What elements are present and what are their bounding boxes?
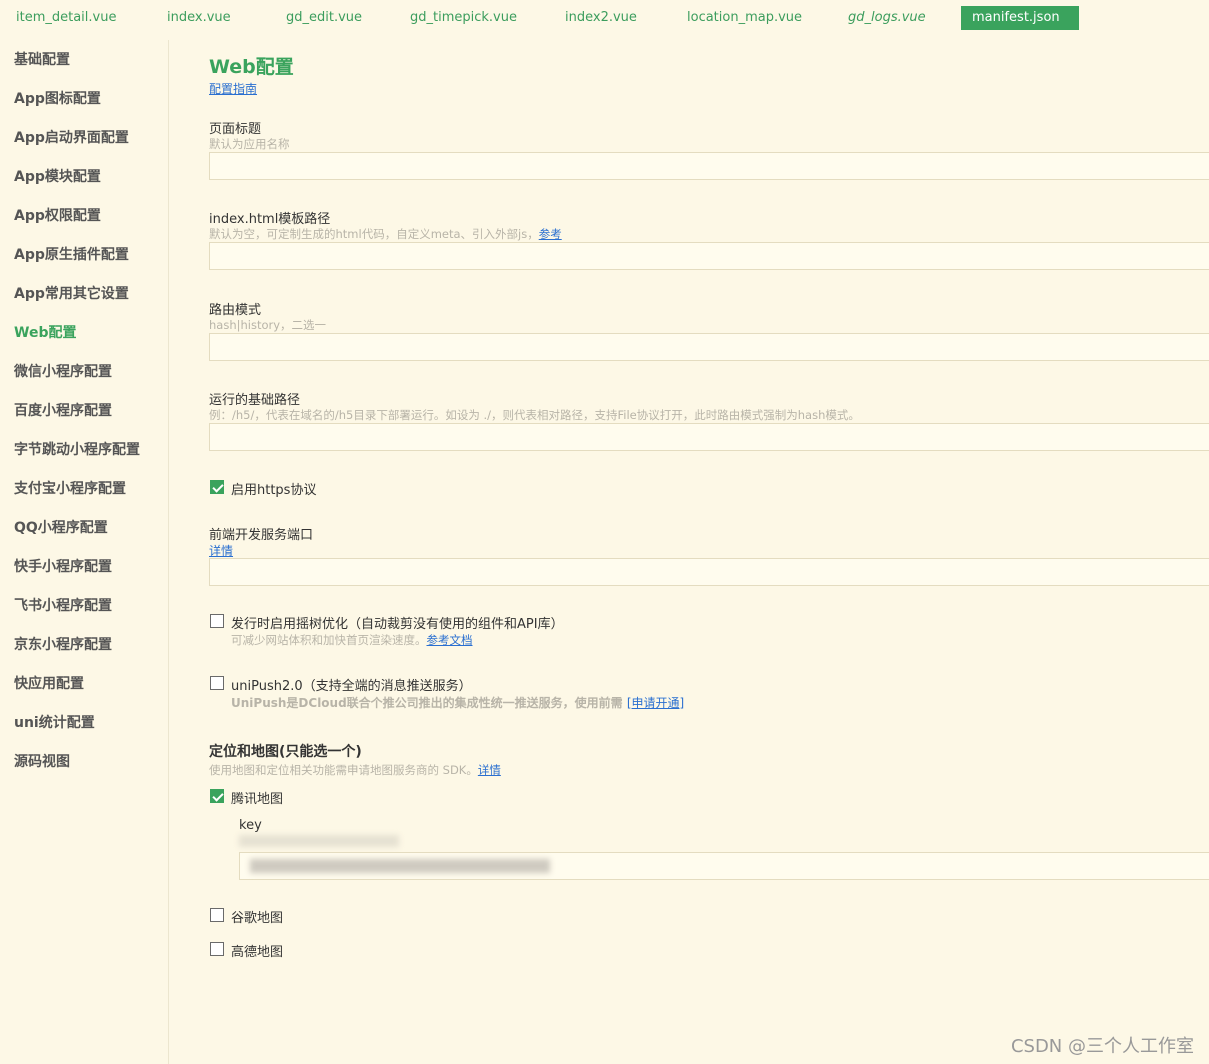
tencent-key-label: key: [239, 818, 262, 833]
page-title-input[interactable]: [209, 152, 1209, 180]
page-title: Web配置: [209, 56, 294, 78]
router-mode-input[interactable]: [209, 333, 1209, 361]
google-map-label: 谷歌地图: [231, 911, 284, 926]
sidebar-item-app-splash[interactable]: App启动界面配置: [14, 128, 129, 148]
sidebar-item-baidu[interactable]: 百度小程序配置: [14, 401, 112, 421]
sidebar-item-app-modules[interactable]: App模块配置: [14, 167, 101, 187]
template-path-label: index.html模板路径: [209, 212, 331, 227]
tencent-map-label: 腾讯地图: [231, 792, 284, 807]
sidebar-item-basic[interactable]: 基础配置: [14, 50, 70, 70]
amap-checkbox[interactable]: [210, 942, 224, 956]
amap-label: 高德地图: [231, 945, 284, 960]
sidebar-item-kuaishou[interactable]: 快手小程序配置: [14, 557, 112, 577]
unipush-label: uniPush2.0（支持全端的消息推送服务）: [231, 679, 472, 694]
sidebar-item-quickapp[interactable]: 快应用配置: [14, 674, 84, 694]
dev-port-label: 前端开发服务端口: [209, 528, 314, 543]
sidebar-item-app-icon[interactable]: App图标配置: [14, 89, 101, 109]
router-mode-hint: hash|history，二选一: [209, 318, 327, 332]
csdn-watermark: CSDN @三个人工作室: [1010, 1036, 1194, 1057]
sidebar-item-qq[interactable]: QQ小程序配置: [14, 518, 108, 538]
sidebar-item-app-other[interactable]: App常用其它设置: [14, 284, 129, 304]
sidebar-item-bytedance[interactable]: 字节跳动小程序配置: [14, 440, 140, 460]
base-path-input[interactable]: [209, 423, 1209, 451]
unipush-hint: UniPush是DCloud联合个推公司推出的集成性统一推送服务，使用前需 [申…: [231, 694, 684, 711]
maps-details-link[interactable]: 详情: [478, 763, 501, 777]
tencent-key-input[interactable]: [239, 852, 1209, 880]
sidebar-item-source-view[interactable]: 源码视图: [14, 752, 70, 772]
tree-shaking-docs-link[interactable]: 参考文档: [427, 633, 473, 647]
sidebar-item-app-native-plugins[interactable]: App原生插件配置: [14, 245, 129, 265]
maps-section-title: 定位和地图(只能选一个): [209, 744, 362, 760]
dev-port-input[interactable]: [209, 558, 1209, 586]
tree-shaking-hint: 可减少网站体积和加快首页渲染速度。参考文档: [231, 632, 473, 648]
sidebar-item-app-permissions[interactable]: App权限配置: [14, 206, 101, 226]
unipush-checkbox[interactable]: [210, 676, 224, 690]
base-path-label: 运行的基础路径: [209, 393, 301, 408]
template-path-hint-text: 默认为空，可定制生成的html代码，自定义meta、引入外部js，: [209, 227, 539, 241]
config-guide-link[interactable]: 配置指南: [209, 80, 257, 97]
https-label: 启用https协议: [231, 483, 317, 498]
sidebar-item-weixin[interactable]: 微信小程序配置: [14, 362, 112, 382]
web-config-panel: Web配置 配置指南 页面标题 默认为应用名称 index.html模板路径 默…: [209, 0, 1209, 1064]
base-path-hint: 例：/h5/，代表在域名的/h5目录下部署运行。如设为 ./，则代表相对路径，支…: [209, 408, 860, 422]
tencent-map-checkbox[interactable]: [210, 789, 224, 803]
maps-hint-text: 使用地图和定位相关功能需申请地图服务商的 SDK。: [209, 763, 478, 777]
tencent-key-value-redacted: [250, 859, 550, 873]
tree-shaking-checkbox[interactable]: [210, 614, 224, 628]
sidebar-item-uni-stat[interactable]: uni统计配置: [14, 713, 95, 733]
https-checkbox[interactable]: [210, 480, 224, 494]
tab-item-detail-vue[interactable]: item_detail.vue: [16, 6, 116, 30]
tree-shaking-hint-text: 可减少网站体积和加快首页渲染速度。: [231, 633, 427, 647]
unipush-hint-text: UniPush是DCloud联合个推公司推出的集成性统一推送服务，使用前需: [231, 696, 623, 710]
tencent-key-hint-redacted: [239, 835, 399, 847]
page-title-label: 页面标题: [209, 122, 262, 137]
sidebar-item-jd[interactable]: 京东小程序配置: [14, 635, 112, 655]
template-path-input[interactable]: [209, 242, 1209, 270]
unipush-apply-link[interactable]: [申请开通]: [627, 696, 684, 710]
page-title-hint: 默认为应用名称: [209, 137, 290, 151]
template-path-hint: 默认为空，可定制生成的html代码，自定义meta、引入外部js，参考: [209, 226, 562, 242]
sidebar-item-alipay[interactable]: 支付宝小程序配置: [14, 479, 126, 499]
sidebar-item-web[interactable]: Web配置: [14, 323, 76, 343]
router-mode-label: 路由模式: [209, 303, 262, 318]
maps-hint: 使用地图和定位相关功能需申请地图服务商的 SDK。详情: [209, 762, 501, 778]
template-path-reference-link[interactable]: 参考: [539, 227, 562, 241]
google-map-checkbox[interactable]: [210, 908, 224, 922]
dev-port-details-link[interactable]: 详情: [209, 542, 233, 559]
tree-shaking-label: 发行时启用摇树优化（自动裁剪没有使用的组件和API库）: [231, 617, 564, 632]
config-sidebar: 基础配置 App图标配置 App启动界面配置 App模块配置 App权限配置 A…: [0, 40, 169, 1064]
sidebar-item-feishu[interactable]: 飞书小程序配置: [14, 596, 112, 616]
